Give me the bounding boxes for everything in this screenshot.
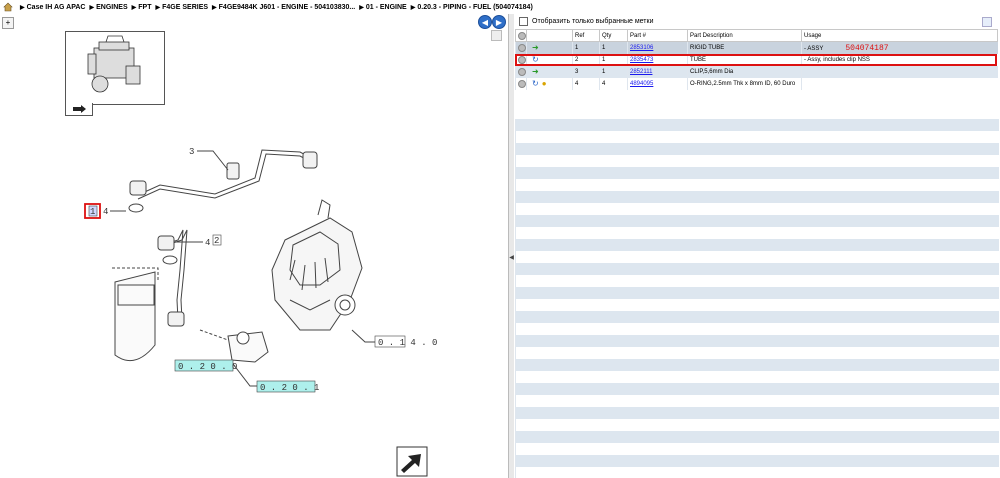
row-select-radio[interactable] [518,44,526,52]
column-header-ref[interactable]: Ref [572,29,600,42]
breadcrumb-item-engine[interactable]: 01 - ENGINE [366,4,407,11]
column-header-qty[interactable]: Qty [599,29,628,42]
callout-4-a[interactable]: 4 [103,207,108,217]
table-row[interactable]: ↻ 2 1 2835473 TUBE - Assy, includes clip… [515,54,998,66]
home-icon[interactable] [3,2,13,12]
part-number-link[interactable]: 4894095 [630,81,653,87]
parts-list-pane: Отобразить только выбранные метки Ref Qt… [514,14,1000,478]
cell-description: RIGID TUBE [687,41,802,54]
callout-1[interactable]: 1 [90,207,95,217]
row-select-radio[interactable] [518,68,526,76]
cell-usage: - Assy, includes clip NSS [801,54,998,66]
show-selected-only-label: Отобразить только выбранные метки [532,17,654,25]
coin-icon[interactable]: ● [542,80,547,88]
blue-swap-icon[interactable]: ↻ [532,56,539,64]
row-select-radio[interactable] [518,56,526,64]
callout-3[interactable]: 3 [189,147,194,157]
cell-usage: - ASSY [804,45,824,52]
column-header-description[interactable]: Part Description [687,29,802,42]
cell-description: CLIP,5,6mm Dia [687,66,802,78]
cell-qty: 1 [599,54,628,66]
ref-label-0-20-0[interactable]: 0 . 2 0 . 0 [178,362,237,372]
parts-table: Ref Qty Part # Part Description Usage ➜ … [515,29,998,90]
cell-qty: 1 [599,41,628,54]
green-arrow-icon[interactable]: ➜ [532,68,539,76]
part-number-link[interactable]: 2852111 [630,69,652,75]
column-header-part[interactable]: Part # [627,29,688,42]
cell-ref: 4 [572,78,600,90]
empty-table-rows [515,119,999,478]
table-row[interactable]: ➜ 3 1 2852111 CLIP,5,6mm Dia [515,66,998,78]
green-arrow-icon[interactable]: ➜ [532,44,539,52]
callout-2[interactable]: 2 [214,236,219,246]
cell-usage [801,66,998,78]
select-all-icon[interactable] [518,31,526,40]
row-select-radio[interactable] [518,80,526,88]
breadcrumb: ▶ Case IH AG APAC ▶ ENGINES ▶ FPT ▶ F4GE SER… [0,0,1000,15]
column-header-icons [526,29,573,42]
breadcrumb-item-brand[interactable]: Case IH AG APAC [27,4,86,11]
cell-tag: 504074187 [845,43,889,53]
next-diagram-arrow-icon[interactable] [396,446,428,477]
ref-label-0-20-1[interactable]: 0 . 2 0 . 1 [260,383,319,393]
cell-ref: 1 [572,41,600,54]
export-icon[interactable] [982,17,992,27]
cell-qty: 4 [599,78,628,90]
breadcrumb-item-current: 0.20.3 - PIPING - FUEL (504074184) [417,3,533,11]
table-row[interactable]: ↻ ● 4 4 4894095 O-RING,2.5mm Thk x 8mm ID… [515,78,998,90]
table-header-row: Ref Qty Part # Part Description Usage [515,29,998,42]
table-row[interactable]: ➜ 1 1 2853106 RIGID TUBE - ASSY 504074187 [515,41,998,54]
column-header-usage[interactable]: Usage [801,29,998,42]
cell-description: TUBE [687,54,802,66]
parts-diagram: 3 1 4 4 2 0 . 2 0 . 0 0 . 2 0 . 1 0 . 1 … [84,147,437,477]
part-number-link[interactable]: 2835473 [630,57,653,63]
cell-ref: 2 [572,54,600,66]
breadcrumb-item-model[interactable]: F4GE9484K J601 - ENGINE - 504103830... [219,4,356,11]
select-all-header[interactable] [515,29,527,42]
illustration-pane: + ◀ ▶ 3 1 4 4 2 0 . 2 0 . 0 0 . 2 0 . 1 … [0,14,508,478]
show-selected-only-checkbox[interactable] [519,16,528,26]
filter-bar: Отобразить только выбранные метки [514,14,1000,28]
cell-ref: 3 [572,66,600,78]
breadcrumb-item-series[interactable]: F4GE SERIES [162,4,208,11]
blue-swap-icon[interactable]: ↻ [532,80,539,88]
cell-description: O-RING,2.5mm Thk x 8mm ID, 60 Duro [687,78,802,90]
breadcrumb-item-engines[interactable]: ENGINES [96,4,128,11]
cell-qty: 1 [599,66,628,78]
part-number-link[interactable]: 2853106 [630,45,653,51]
cell-usage [801,78,998,90]
callout-4-b[interactable]: 4 [205,238,210,248]
ref-label-0-14-0[interactable]: 0 . 1 4 . 0 [378,338,437,348]
breadcrumb-item-fpt[interactable]: FPT [138,4,151,11]
